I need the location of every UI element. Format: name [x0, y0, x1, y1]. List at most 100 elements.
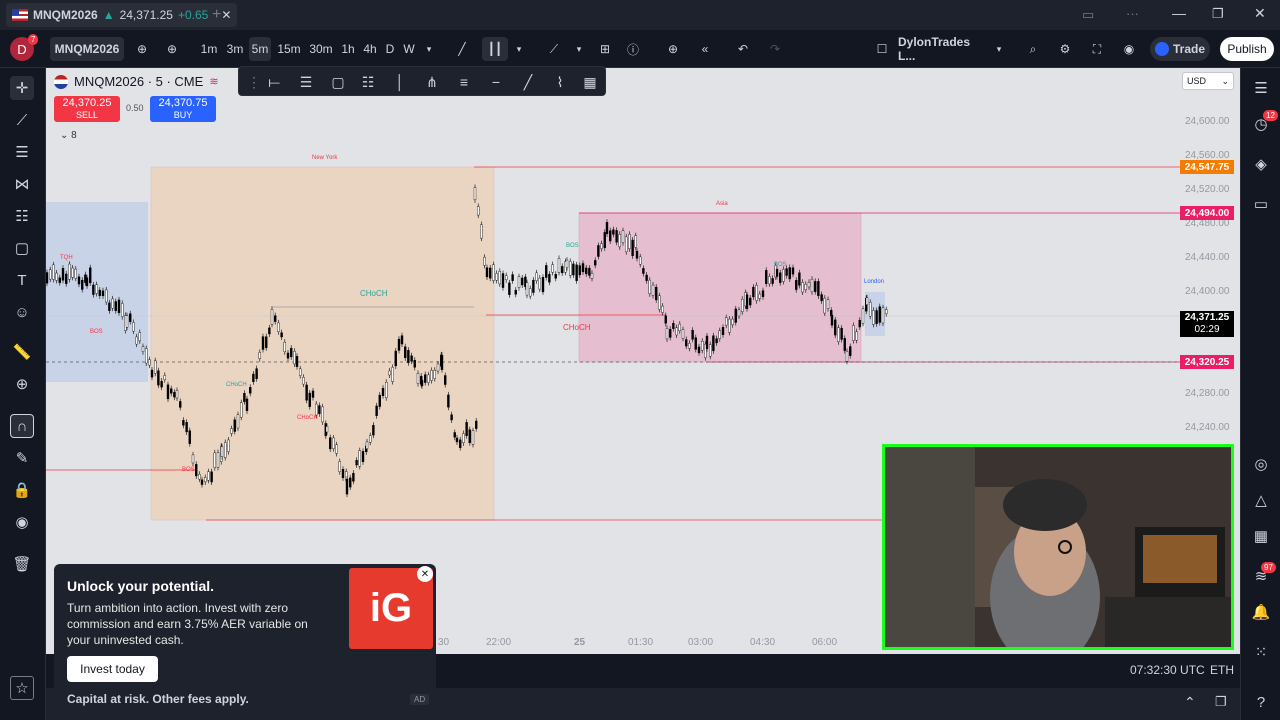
layout-dropdown-icon[interactable]: ▾	[992, 37, 1006, 61]
horizontal-line-icon[interactable]: −	[485, 71, 507, 93]
forecast-icon[interactable]: ☷	[10, 204, 34, 228]
price-label-current[interactable]: 24,371.25 02:29	[1180, 311, 1234, 337]
ad-close-icon[interactable]: ✕	[417, 566, 433, 582]
search-icon[interactable]: ⌕	[1022, 37, 1044, 61]
session-label-ny: New York	[312, 155, 338, 161]
parallel-channel-icon[interactable]: ≡	[453, 71, 475, 93]
grid-icon[interactable]: ▦	[579, 71, 601, 93]
price-label-mid[interactable]: 24,494.00	[1180, 206, 1234, 220]
add-alert-icon[interactable]: ⊕	[662, 37, 684, 61]
maximize-icon[interactable]: ❐	[1212, 6, 1224, 22]
indicators-toggle[interactable]: ⌄ 8	[60, 130, 77, 141]
target-icon[interactable]: ◎	[1249, 452, 1273, 476]
new-tab-icon[interactable]: +	[212, 6, 221, 24]
horizontal-ray-icon[interactable]: ⟝	[263, 71, 285, 93]
undo-icon[interactable]: ↶	[732, 37, 754, 61]
more-icon[interactable]: ···	[1126, 6, 1139, 21]
watchlist-icon[interactable]: ☰	[1249, 76, 1273, 100]
apps-grid-icon[interactable]: ⁙	[1249, 640, 1273, 664]
candle-body	[372, 424, 375, 436]
drawing-mode-icon[interactable]: ✎	[10, 446, 34, 470]
interval-30m[interactable]: 30m	[307, 37, 335, 61]
shapes-icon[interactable]: ▢	[10, 236, 34, 260]
camera-icon[interactable]: ◉	[1118, 37, 1140, 61]
trend-line-icon[interactable]: ⟋	[10, 108, 34, 132]
fib-icon[interactable]: ☰	[295, 71, 317, 93]
interval-4h[interactable]: 4h	[361, 37, 379, 61]
chevron-up-icon[interactable]: ⌃	[1184, 694, 1196, 711]
vertical-line-icon[interactable]: │	[389, 71, 411, 93]
restore-panel-icon[interactable]: ❐	[1215, 694, 1227, 710]
path-icon[interactable]: ⌇	[549, 71, 571, 93]
trash-icon[interactable]: 🗑	[10, 552, 34, 576]
session-label[interactable]: ETH	[1210, 663, 1234, 677]
currency-select[interactable]: USD ⌄	[1182, 72, 1234, 90]
candle-body	[840, 327, 843, 340]
compare-icon[interactable]: ⊕	[132, 37, 152, 61]
fullscreen-icon[interactable]: ⛶	[1086, 37, 1108, 61]
chat-icon[interactable]: ▭	[1249, 192, 1273, 216]
publish-button[interactable]: Publish	[1220, 37, 1274, 61]
drag-handle-icon[interactable]: ⋮	[243, 71, 265, 93]
clock[interactable]: 07:32:30 UTC	[1130, 663, 1205, 677]
help-icon[interactable]: ?	[1249, 690, 1273, 714]
candles-icon[interactable]: ┃┃	[482, 37, 508, 61]
trade-button[interactable]: Trade	[1150, 37, 1210, 61]
pine-icon[interactable]: △	[1249, 488, 1273, 512]
calendar-icon[interactable]: ▦	[1249, 524, 1273, 548]
candle-body	[404, 346, 407, 359]
line-chart-icon[interactable]: ╱	[450, 37, 474, 61]
patterns-icon[interactable]: ⋈	[10, 172, 34, 196]
interval-1m[interactable]: 1m	[198, 37, 220, 61]
interval-15m[interactable]: 15m	[276, 37, 302, 61]
layout-name[interactable]: DylonTrades L...	[898, 35, 990, 63]
alert-icon[interactable]: ⓘ	[622, 37, 644, 61]
price-label-high[interactable]: 24,547.75	[1180, 160, 1234, 174]
legend-title[interactable]: MNQM2026 · 5 · CME	[74, 74, 203, 89]
invest-today-button[interactable]: Invest today	[67, 656, 158, 682]
fib-icon[interactable]: ☰	[10, 140, 34, 164]
add-symbol-icon[interactable]: ⊕	[162, 37, 182, 61]
indicators-icon[interactable]: ⟋	[542, 37, 566, 61]
candle-body	[416, 373, 420, 384]
gann-icon[interactable]: ☷	[357, 71, 379, 93]
indicators-dropdown-icon[interactable]: ▾	[572, 37, 586, 61]
chart-type-dropdown-icon[interactable]: ▾	[512, 37, 526, 61]
crosshair-icon[interactable]: ✛	[10, 76, 34, 100]
emoji-icon[interactable]: ☺	[10, 300, 34, 324]
interval-1h[interactable]: 1h	[339, 37, 357, 61]
interval-5m[interactable]: 5m	[249, 37, 271, 61]
tab-close-icon[interactable]: ✕	[221, 8, 231, 22]
window-close-icon[interactable]: ✕	[1254, 5, 1266, 22]
settings-icon[interactable]: ⚙	[1054, 37, 1076, 61]
interval-dropdown-icon[interactable]: ▾	[421, 37, 437, 61]
favorites-star-icon[interactable]: ☆	[10, 676, 34, 700]
sell-button[interactable]: 24,370.25 SELL	[54, 96, 120, 122]
layers-icon[interactable]: ◈	[1249, 152, 1273, 176]
redo-icon[interactable]: ↷	[764, 37, 786, 61]
zoom-in-icon[interactable]: ⊕	[10, 372, 34, 396]
pitchfork-icon[interactable]: ⋔	[421, 71, 443, 93]
interval-d[interactable]: D	[383, 37, 397, 61]
lock-icon[interactable]: 🔒	[10, 478, 34, 502]
minimize-icon[interactable]: —	[1172, 5, 1186, 21]
bell-icon[interactable]: 🔔	[1249, 600, 1273, 624]
layout-icon[interactable]: ▭	[1082, 7, 1094, 23]
trend-line-icon[interactable]: ╱	[517, 71, 539, 93]
symbol-search-button[interactable]: MNQM2026	[50, 37, 124, 61]
layout-checkbox-icon[interactable]: ☐	[872, 37, 892, 61]
interval-3m[interactable]: 3m	[224, 37, 246, 61]
chart-tab[interactable]: MNQM2026 ▲ 24,371.25 +0.65 ✕	[6, 3, 238, 27]
replay-icon[interactable]: «	[694, 37, 716, 61]
rectangle-icon[interactable]: ▢	[327, 71, 349, 93]
eye-icon[interactable]: ◉	[10, 510, 34, 534]
text-icon[interactable]: T	[10, 268, 34, 292]
magnet-icon[interactable]: ∩	[10, 414, 34, 438]
tab-arrow: ▲	[102, 8, 115, 22]
buy-button[interactable]: 24,370.75 BUY	[150, 96, 216, 122]
candle-body	[101, 290, 105, 297]
ruler-icon[interactable]: 📏	[10, 340, 34, 364]
interval-w[interactable]: W	[401, 37, 417, 61]
templates-icon[interactable]: ⊞	[594, 37, 616, 61]
price-label-low[interactable]: 24,320.25	[1180, 355, 1234, 369]
